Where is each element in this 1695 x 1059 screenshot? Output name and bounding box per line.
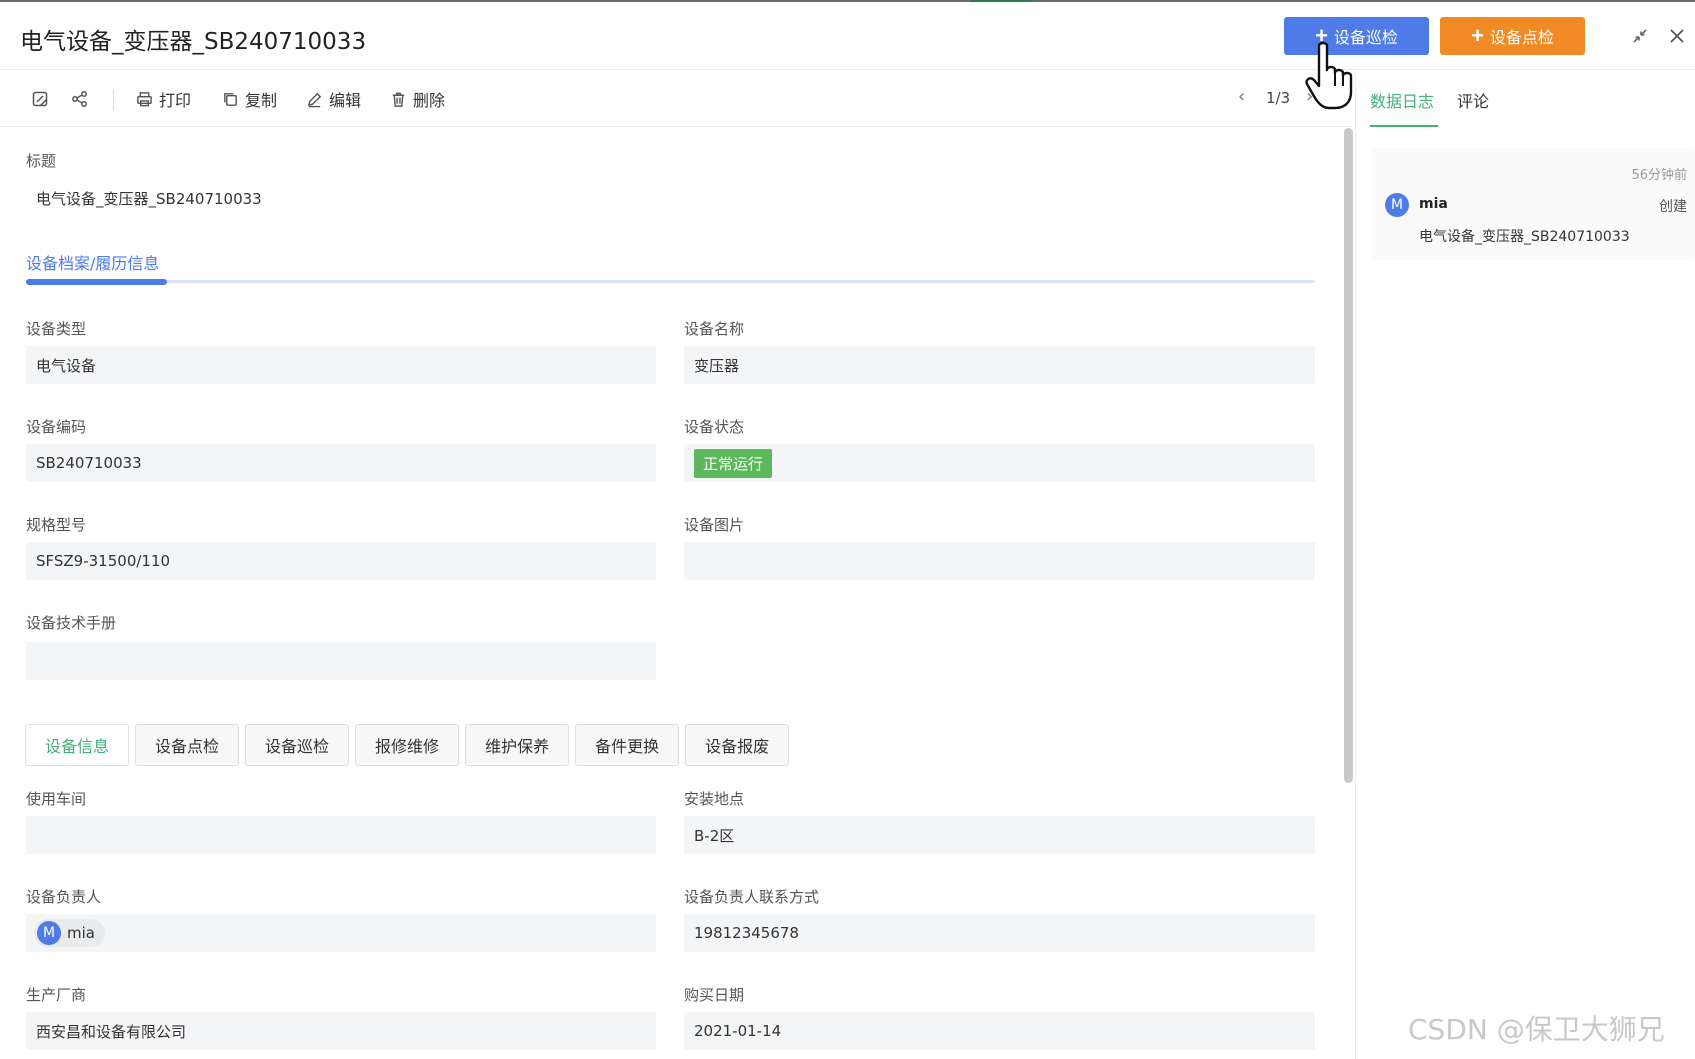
prev-record-icon[interactable]: ‹ <box>1238 86 1245 107</box>
copy-button[interactable]: 复制 <box>222 87 277 111</box>
device-status-label: 设备状态 <box>684 418 745 436</box>
log-user: mia <box>1419 196 1448 212</box>
manufacturer-label: 生产厂商 <box>26 986 87 1004</box>
device-code-label: 设备编码 <box>26 418 87 436</box>
log-action: 创建 <box>1659 199 1687 215</box>
print-label: 打印 <box>159 91 192 110</box>
section-tab-archive[interactable]: 设备档案/履历信息 <box>26 250 159 274</box>
title-label: 标题 <box>26 152 57 170</box>
purchase-date-field[interactable]: 2021-01-14 <box>684 1012 1315 1050</box>
collapse-icon[interactable] <box>1628 24 1652 48</box>
device-model-label: 规格型号 <box>26 516 87 534</box>
print-button[interactable]: 打印 <box>136 87 191 111</box>
tab-comments[interactable]: 评论 <box>1457 88 1489 112</box>
device-model-field[interactable]: SFSZ9-31500/110 <box>26 542 656 580</box>
avatar: M <box>37 921 61 945</box>
edit-button[interactable]: 编辑 <box>306 87 361 111</box>
copy-icon <box>224 92 237 106</box>
share-icon[interactable] <box>68 87 92 111</box>
install-location-label: 安装地点 <box>684 790 745 808</box>
manufacturer-field[interactable]: 西安昌和设备有限公司 <box>26 1012 656 1050</box>
tab-device-info[interactable]: 设备信息 <box>25 724 130 766</box>
tab-spare-parts[interactable]: 备件更换 <box>575 724 680 766</box>
panel-divider <box>1355 71 1356 1059</box>
record-toolbar: 打印 复制 编辑 删除 ‹ 1/3 › <box>0 71 1352 127</box>
tab-maintenance[interactable]: 维护保养 <box>465 724 570 766</box>
device-image-field[interactable] <box>684 542 1315 580</box>
edit-label: 编辑 <box>329 91 362 110</box>
record-header: 电气设备_变压器_SB240710033 + 设备巡检 + 设备点检 <box>0 2 1695 70</box>
owner-name: mia <box>67 924 95 942</box>
title-value: 电气设备_变压器_SB240710033 <box>36 190 262 208</box>
toolbar-separator <box>113 89 114 111</box>
detail-tabs: 设备信息 设备点检 设备巡检 报修维修 维护保养 备件更换 设备报废 <box>25 724 790 766</box>
device-code-field[interactable]: SB240710033 <box>26 444 656 482</box>
record-detail: 标题 电气设备_变压器_SB240710033 设备档案/履历信息 设备类型 电… <box>0 128 1342 1059</box>
log-time: 56分钟前 <box>1631 168 1687 183</box>
tab-spot-check[interactable]: 设备点检 <box>135 724 240 766</box>
install-location-field[interactable]: B-2区 <box>684 816 1315 854</box>
device-status-field[interactable]: 正常运行 <box>684 444 1315 482</box>
edit-icon <box>307 92 322 107</box>
note-icon[interactable] <box>28 87 52 111</box>
close-icon[interactable] <box>1665 24 1689 48</box>
device-name-label: 设备名称 <box>684 320 745 338</box>
watermark: CSDN @保卫大狮兄 <box>1408 1013 1665 1046</box>
delete-button[interactable]: 删除 <box>390 87 445 111</box>
print-icon <box>137 91 152 106</box>
tab-data-log[interactable]: 数据日志 <box>1370 88 1434 112</box>
device-owner-label: 设备负责人 <box>26 888 102 906</box>
content-scrollbar[interactable] <box>1344 128 1353 783</box>
trash-icon <box>392 92 405 107</box>
device-type-field[interactable]: 电气设备 <box>26 346 656 384</box>
tab-repair[interactable]: 报修维修 <box>355 724 460 766</box>
workshop-label: 使用车间 <box>26 790 87 808</box>
device-owner-field[interactable]: M mia <box>26 914 656 952</box>
device-name-field[interactable]: 变压器 <box>684 346 1315 384</box>
device-manual-field[interactable] <box>26 642 656 680</box>
workshop-field[interactable] <box>26 816 656 854</box>
section-tab-indicator <box>26 279 167 285</box>
device-type-label: 设备类型 <box>26 320 87 338</box>
hand-cursor-icon <box>1305 41 1353 110</box>
owner-contact-label: 设备负责人联系方式 <box>684 888 820 906</box>
device-manual-label: 设备技术手册 <box>26 614 117 632</box>
avatar: M <box>1385 193 1409 217</box>
right-tab-indicator <box>1370 125 1438 127</box>
device-image-label: 设备图片 <box>684 516 745 534</box>
delete-label: 删除 <box>413 91 446 110</box>
owner-chip[interactable]: M mia <box>34 919 105 947</box>
tab-scrap[interactable]: 设备报废 <box>685 724 790 766</box>
copy-label: 复制 <box>245 91 278 110</box>
page-title: 电气设备_变压器_SB240710033 <box>20 29 367 55</box>
status-badge: 正常运行 <box>694 448 773 478</box>
section-tab-track <box>26 280 1315 283</box>
tab-patrol[interactable]: 设备巡检 <box>245 724 350 766</box>
owner-contact-field[interactable]: 19812345678 <box>684 914 1315 952</box>
device-spot-check-button[interactable]: + 设备点检 <box>1440 17 1585 55</box>
device-spot-check-label: 设备点检 <box>1489 30 1554 47</box>
log-detail: 电气设备_变压器_SB240710033 <box>1419 229 1630 245</box>
pager-indicator: 1/3 <box>1266 89 1291 107</box>
log-entry: 56分钟前 M mia 创建 电气设备_变压器_SB240710033 <box>1372 148 1695 260</box>
plus-icon: + <box>1471 23 1484 48</box>
purchase-date-label: 购买日期 <box>684 986 745 1004</box>
